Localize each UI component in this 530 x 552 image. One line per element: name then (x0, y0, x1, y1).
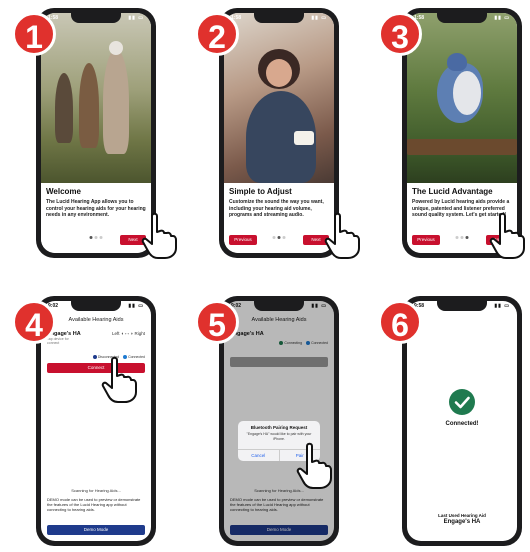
onboarding-title: The Lucid Advantage (412, 187, 493, 196)
demo-description: DEMO mode can be used to preview or demo… (47, 497, 141, 512)
step-4-panel: 9:02 ▮▮ ▭ Available Hearing Aids Engage'… (12, 288, 162, 548)
phone-frame: 9:58 ▮▮ ▭ Connected! Last Used Hearing A… (402, 296, 522, 546)
device-row[interactable]: Engage's HA Tap device for connect Left … (47, 331, 145, 353)
onboarding-adjust-screen: 1:58 ▮▮ ▭ Simple to Adjust Customize the… (224, 13, 334, 253)
tap-hand-icon (293, 442, 333, 490)
step-5-panel: 9:02 ▮▮ ▭ Available Hearing Aids Engage'… (195, 288, 345, 548)
page-indicator (272, 236, 286, 239)
signal-battery-icon: ▮▮ ▭ (128, 15, 144, 21)
step-2-panel: 1:58 ▮▮ ▭ Simple to Adjust Customize the… (195, 0, 360, 260)
signal-battery-icon: ▮▮ ▭ (311, 15, 327, 21)
step-number-badge: 3 (378, 12, 422, 56)
step-1-panel: 1:58 ▮▮ ▭ Welcome The Lucid Hearing App … (12, 0, 177, 260)
available-hearing-aids-screen: 9:02 ▮▮ ▭ Available Hearing Aids Engage'… (41, 301, 151, 541)
pairing-request-screen: 9:02 ▮▮ ▭ Available Hearing Aids Engage'… (224, 301, 334, 541)
signal-battery-icon: ▮▮ ▭ (128, 303, 144, 309)
hearing-aid-icon: ◖ ▫ ▫ ◗ (120, 331, 134, 336)
page-indicator (455, 236, 469, 239)
onboarding-welcome-screen: 1:58 ▮▮ ▭ Welcome The Lucid Hearing App … (41, 13, 151, 253)
step-number-badge: 2 (195, 12, 239, 56)
connected-screen: 9:58 ▮▮ ▭ Connected! Last Used Hearing A… (407, 301, 517, 541)
phone-notch (437, 301, 487, 311)
page-indicator (89, 236, 103, 239)
onboarding-title: Welcome (46, 187, 81, 196)
step-3-panel: 1:58 ▮▮ ▭ The Lucid Advantage Powered by… (378, 0, 528, 260)
signal-battery-icon: ▮▮ ▭ (494, 15, 510, 21)
signal-battery-icon: ▮▮ ▭ (311, 303, 327, 309)
alert-message: "Engage's HA" would like to pair with yo… (246, 432, 312, 441)
onboarding-body: Customize the sound the way you want, in… (229, 199, 324, 218)
tap-hand-icon (486, 212, 526, 260)
onboarding-title: Simple to Adjust (229, 187, 292, 196)
step-number-badge: 1 (12, 12, 56, 56)
left-label: Left (112, 331, 120, 336)
demo-mode-button[interactable]: Demo Mode (47, 525, 145, 535)
blue-jay-photo (407, 13, 517, 183)
tap-hand-icon (138, 212, 178, 260)
alert-title: Bluetooth Pairing Request (250, 425, 308, 430)
phone-notch (437, 13, 487, 23)
checkmark-icon (449, 389, 475, 415)
scanning-status: Scanning for Hearing Aids... (71, 488, 121, 493)
right-label: Right (134, 331, 145, 336)
phone-notch (254, 301, 304, 311)
step-6-panel: 9:58 ▮▮ ▭ Connected! Last Used Hearing A… (378, 288, 528, 548)
cancel-button[interactable]: Cancel (238, 450, 279, 461)
signal-battery-icon: ▮▮ ▭ (494, 303, 510, 309)
last-used-device-name: Engage's HA (443, 519, 481, 525)
step-number-badge: 5 (195, 300, 239, 344)
device-subtitle: Tap device for connect (47, 337, 69, 345)
step-number-badge: 4 (12, 300, 56, 344)
phone-notch (71, 13, 121, 23)
tap-hand-icon (321, 212, 361, 260)
step-number-badge: 6 (378, 300, 422, 344)
phone-notch (254, 13, 304, 23)
left-right-indicator: Left ◖ ▫ ▫ ◗ Right (112, 331, 145, 336)
last-used-label: Last Used Hearing Aid (438, 513, 486, 518)
nav-title: Available Hearing Aids (68, 317, 124, 323)
phone-frame: 9:02 ▮▮ ▭ Available Hearing Aids Engage'… (219, 296, 339, 546)
previous-button[interactable]: Previous (229, 235, 257, 245)
previous-button[interactable]: Previous (412, 235, 440, 245)
connected-label: Connected! (445, 421, 479, 427)
phone-frame: 9:02 ▮▮ ▭ Available Hearing Aids Engage'… (36, 296, 156, 546)
onboarding-body: The Lucid Hearing App allows you to cont… (46, 199, 146, 218)
tap-hand-icon (98, 356, 138, 404)
phone-notch (71, 301, 121, 311)
hiking-people-photo (41, 13, 151, 183)
woman-coffee-photo (224, 13, 334, 183)
